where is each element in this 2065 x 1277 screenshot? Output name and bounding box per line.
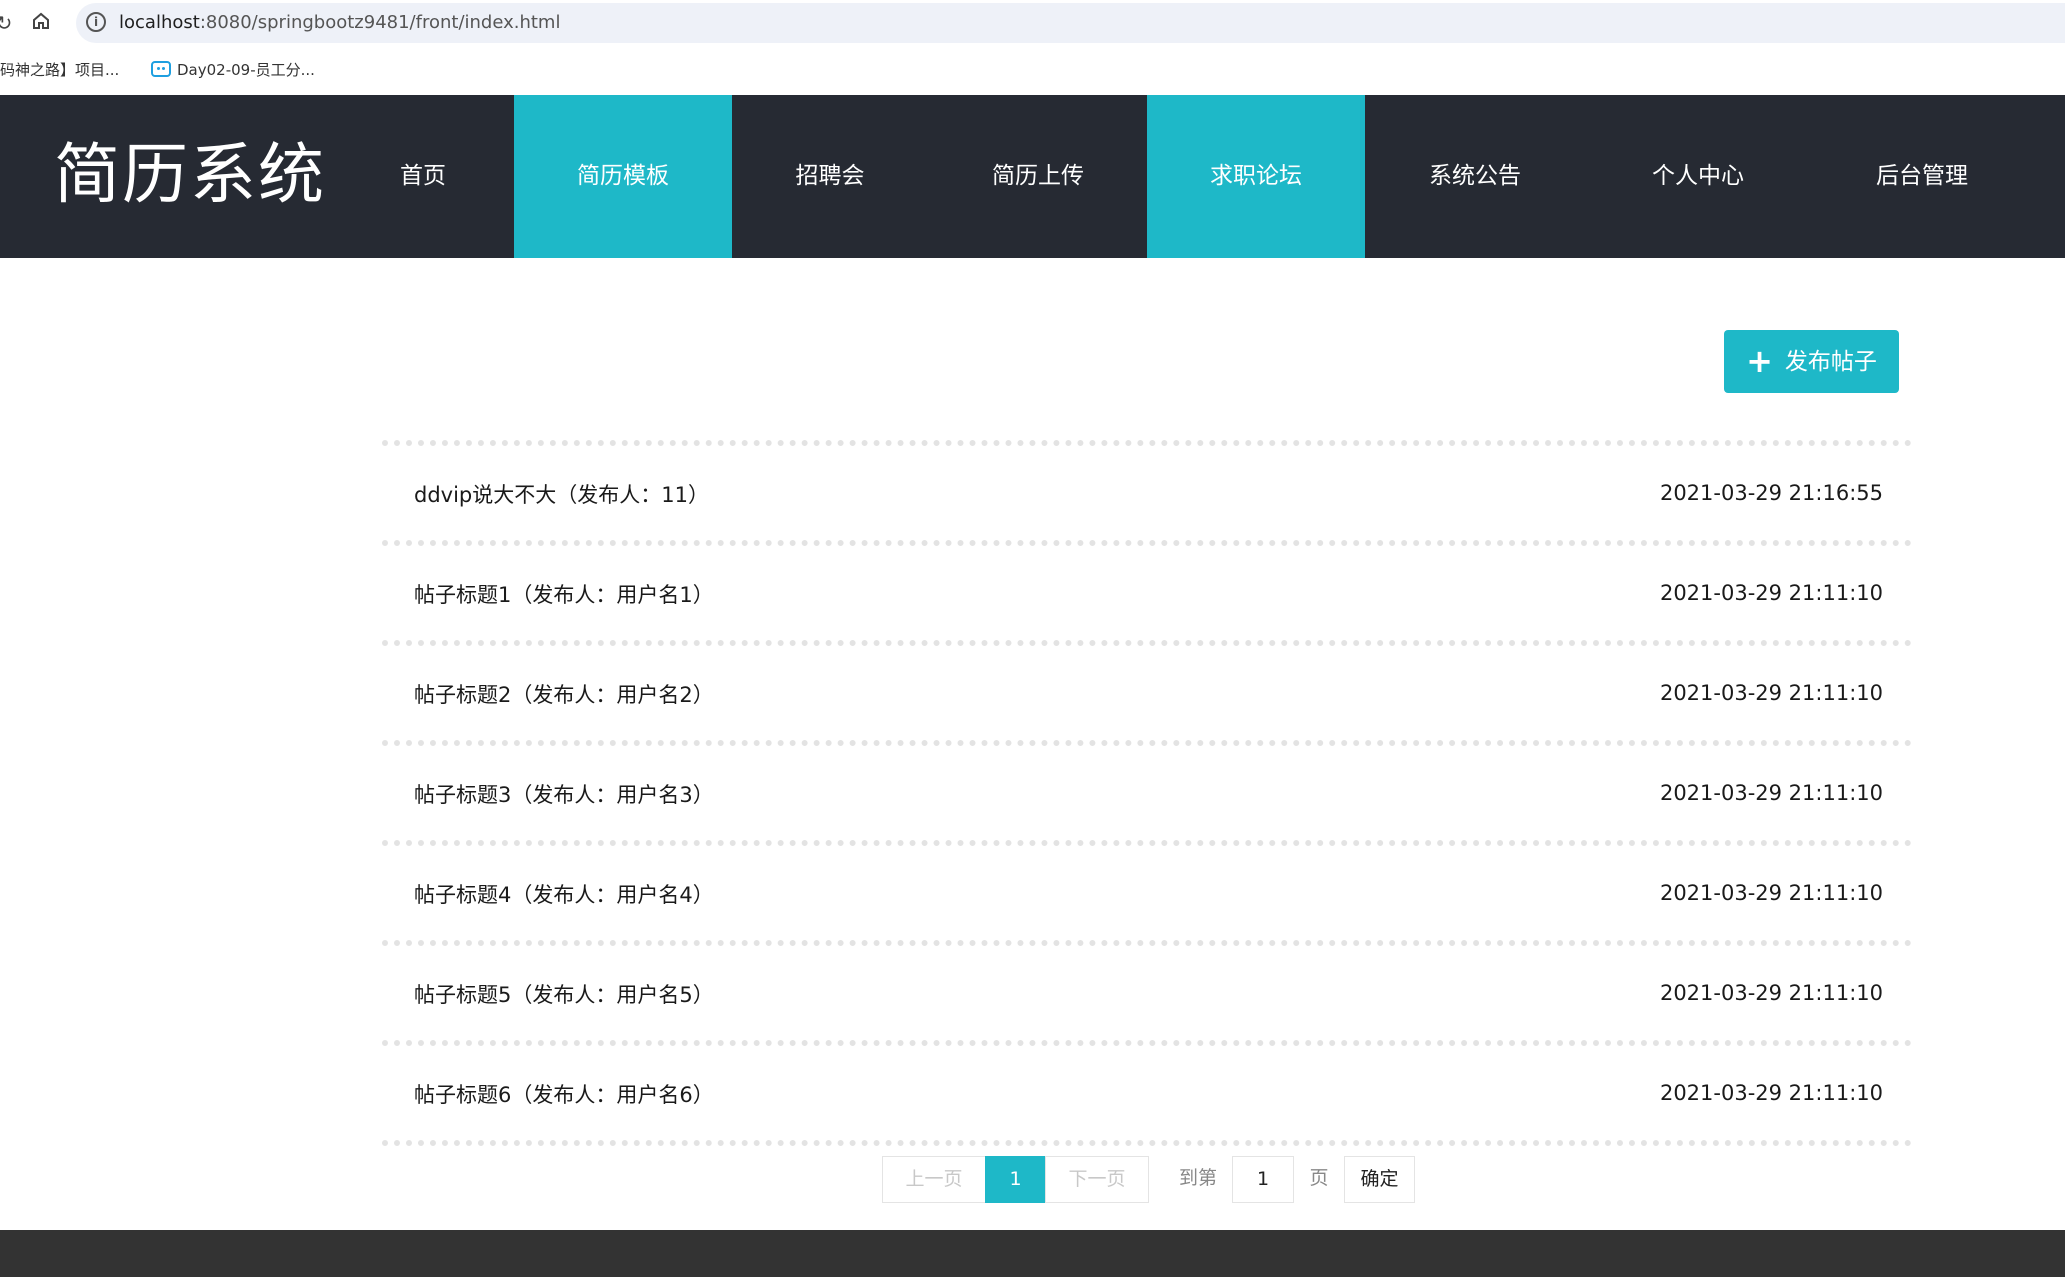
url-text[interactable]: localhost:8080/springbootz9481/front/ind… [119,11,560,35]
confirm-page-button[interactable]: 确定 [1344,1156,1415,1203]
nav-home[interactable]: 首页 [368,95,478,258]
list-item[interactable]: 帖子标题6（发布人：用户名6） 2021-03-29 21:11:10 [382,1048,1912,1140]
reload-icon[interactable]: ↻ [0,11,16,35]
divider [382,840,1912,848]
list-item[interactable]: 帖子标题3（发布人：用户名3） 2021-03-29 21:11:10 [382,748,1912,840]
post-title[interactable]: 帖子标题2（发布人：用户名2） [414,681,714,709]
divider [382,940,1912,948]
nav-admin[interactable]: 后台管理 [1852,95,1992,258]
post-title[interactable]: 帖子标题5（发布人：用户名5） [414,981,714,1009]
plus-icon: + [1746,342,1773,380]
nav-resume-templates[interactable]: 简历模板 [514,95,732,258]
next-page-button[interactable]: 下一页 [1045,1156,1149,1203]
site-info-icon[interactable]: i [86,12,106,32]
browser-address-row: ↻ i localhost:8080/springbootz9481/front… [0,0,2065,46]
prev-page-button[interactable]: 上一页 [882,1156,986,1203]
bilibili-icon [151,61,171,77]
list-item[interactable]: 帖子标题2（发布人：用户名2） 2021-03-29 21:11:10 [382,648,1912,740]
divider [382,740,1912,748]
post-title[interactable]: 帖子标题3（发布人：用户名3） [414,781,714,809]
list-item[interactable]: 帖子标题4（发布人：用户名4） 2021-03-29 21:11:10 [382,848,1912,940]
post-title[interactable]: 帖子标题6（发布人：用户名6） [414,1081,714,1109]
post-time: 2021-03-29 21:16:55 [1659,481,1883,505]
bookmark-item[interactable]: 码神之路】项目... [0,60,119,80]
site-header: 简历系统 首页 简历模板 招聘会 简历上传 求职论坛 系统公告 个人中心 后台管… [0,95,2065,258]
nav-personal-center[interactable]: 个人中心 [1628,95,1768,258]
publish-post-button[interactable]: + 发布帖子 [1724,330,1899,393]
post-title[interactable]: 帖子标题4（发布人：用户名4） [414,881,714,909]
footer [0,1230,2065,1277]
post-title[interactable]: 帖子标题1（发布人：用户名1） [414,581,714,609]
site-logo[interactable]: 简历系统 [54,135,326,215]
divider [382,640,1912,648]
post-time: 2021-03-29 21:11:10 [1659,881,1883,905]
list-item[interactable]: 帖子标题1（发布人：用户名1） 2021-03-29 21:11:10 [382,548,1912,640]
nav-job-fair[interactable]: 招聘会 [770,95,890,258]
bookmark-item[interactable]: Day02-09-员工分... [151,60,315,80]
address-bar[interactable]: i localhost:8080/springbootz9481/front/i… [76,3,2065,43]
divider [382,1140,1912,1148]
post-time: 2021-03-29 21:11:10 [1659,1081,1883,1105]
nav-resume-upload[interactable]: 简历上传 [968,95,1108,258]
divider [382,1040,1912,1048]
publish-post-label: 发布帖子 [1784,349,1877,375]
post-time: 2021-03-29 21:11:10 [1659,581,1883,605]
home-icon[interactable] [29,11,53,35]
goto-label: 到第 [1178,1167,1217,1189]
bookmarks-bar: 码神之路】项目... Day02-09-员工分... [0,46,2065,95]
post-time: 2021-03-29 21:11:10 [1659,681,1883,705]
post-time: 2021-03-29 21:11:10 [1659,781,1883,805]
post-time: 2021-03-29 21:11:10 [1659,981,1883,1005]
nav-system-notice[interactable]: 系统公告 [1405,95,1545,258]
page-suffix-label: 页 [1309,1167,1329,1189]
page-number-current[interactable]: 1 [985,1156,1046,1203]
post-title[interactable]: ddvip说大不大（发布人：11） [414,481,709,509]
list-item[interactable]: ddvip说大不大（发布人：11） 2021-03-29 21:16:55 [382,448,1912,540]
list-item[interactable]: 帖子标题5（发布人：用户名5） 2021-03-29 21:11:10 [382,948,1912,1040]
divider [382,440,1912,448]
divider [382,540,1912,548]
post-list: ddvip说大不大（发布人：11） 2021-03-29 21:16:55 帖子… [382,440,1912,1148]
page-number-input[interactable]: 1 [1232,1156,1294,1203]
nav-job-forum[interactable]: 求职论坛 [1147,95,1365,258]
